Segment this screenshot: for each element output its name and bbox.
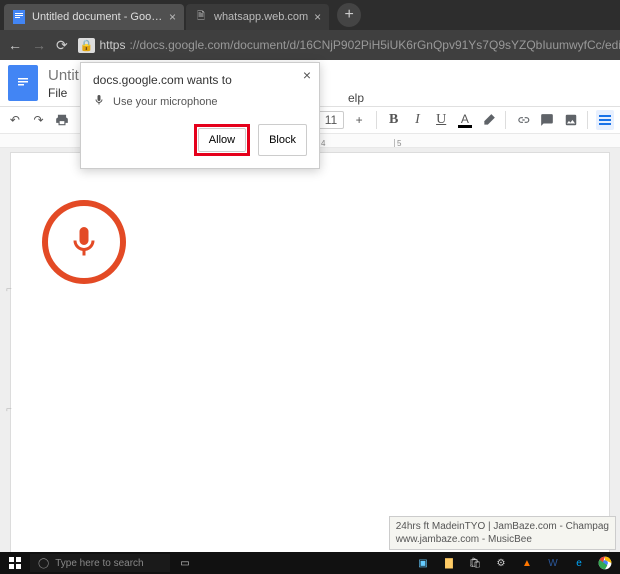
page-favicon: 🗎 [194, 10, 208, 24]
new-tab-button[interactable]: + [337, 3, 361, 27]
redo-button[interactable]: ↷ [30, 110, 48, 130]
font-size-increase[interactable]: + [350, 110, 368, 130]
taskbar-app-mail[interactable]: ▣ [412, 554, 434, 572]
underline-button[interactable]: U [432, 110, 450, 130]
tab-title: Untitled document - Google Do [32, 11, 163, 23]
windows-taskbar: ◯ Type here to search ▭ ▣ ▇ 🛍 ⚙ ▲ W e [0, 552, 620, 574]
tab-close-icon[interactable]: × [314, 10, 321, 24]
back-button[interactable]: ← [8, 37, 22, 53]
tooltip-line2: www.jambaze.com - MusicBee [396, 533, 609, 546]
menu-file[interactable]: File [48, 86, 67, 100]
now-playing-tooltip: 24hrs ft MadeinTYO | JamBaze.com - Champ… [389, 516, 616, 550]
search-placeholder: Type here to search [55, 558, 143, 569]
taskbar-app-explorer[interactable]: ▇ [438, 554, 460, 572]
close-icon[interactable]: × [303, 67, 311, 83]
text-color-button[interactable]: A [456, 110, 474, 130]
microphone-icon [66, 220, 102, 264]
insert-comment-button[interactable] [538, 110, 556, 130]
insert-link-button[interactable] [514, 110, 532, 130]
docs-logo-icon[interactable] [8, 65, 38, 101]
taskbar-app-word[interactable]: W [542, 554, 564, 572]
microphone-icon [93, 93, 105, 110]
bold-button[interactable]: B [385, 110, 403, 130]
forward-button[interactable]: → [32, 37, 46, 53]
taskbar-app-edge[interactable]: e [568, 554, 590, 572]
docs-favicon [12, 10, 26, 24]
permission-dialog: × docs.google.com wants to Use your micr… [80, 62, 320, 169]
allow-button[interactable]: Allow [198, 128, 246, 152]
tooltip-line1: 24hrs ft MadeinTYO | JamBaze.com - Champ… [396, 520, 609, 533]
taskbar-app-settings[interactable]: ⚙ [490, 554, 512, 572]
cortana-icon: ◯ [38, 558, 49, 569]
margin-marker: ⌐ [6, 284, 12, 295]
margin-marker: ⌐ [6, 404, 12, 415]
url-rest: ://docs.google.com/document/d/16CNjP902P… [129, 38, 620, 52]
print-button[interactable] [53, 110, 71, 130]
highlight-button[interactable] [480, 110, 498, 130]
tab-close-icon[interactable]: × [169, 10, 176, 24]
taskbar-app-vlc[interactable]: ▲ [516, 554, 538, 572]
permission-title: docs.google.com wants to [93, 73, 307, 87]
menu-bar: File [48, 86, 79, 100]
browser-tab-docs[interactable]: Untitled document - Google Do × [4, 4, 184, 30]
taskbar-app-store[interactable]: 🛍 [464, 554, 486, 572]
ruler-tick: 5 [394, 139, 470, 147]
url-protocol: https [99, 38, 125, 52]
reload-button[interactable]: ⟳ [56, 37, 68, 54]
url-field[interactable]: 🔒 https ://docs.google.com/document/d/16C… [78, 38, 620, 53]
taskbar-app-chrome[interactable] [594, 554, 616, 572]
allow-highlight: Allow [194, 124, 250, 156]
lock-icon: 🔒 [78, 38, 96, 53]
doc-title[interactable]: Untit [48, 67, 79, 84]
align-button[interactable] [596, 110, 614, 130]
undo-button[interactable]: ↶ [6, 110, 24, 130]
taskbar-search[interactable]: ◯ Type here to search [30, 554, 170, 572]
voice-typing-button[interactable] [42, 200, 126, 284]
browser-tab-whatsapp[interactable]: 🗎 whatsapp.web.com × [186, 4, 329, 30]
tab-title: whatsapp.web.com [214, 11, 308, 23]
task-view-button[interactable]: ▭ [174, 554, 196, 572]
ruler-tick: 4 [318, 139, 394, 147]
menu-help-fragment[interactable]: elp [348, 91, 364, 105]
block-button[interactable]: Block [258, 124, 307, 156]
permission-item: Use your microphone [113, 96, 218, 108]
browser-tab-strip: Untitled document - Google Do × 🗎 whatsa… [0, 0, 620, 30]
start-button[interactable] [4, 554, 26, 572]
address-bar: ← → ⟳ 🔒 https ://docs.google.com/document… [0, 30, 620, 60]
italic-button[interactable]: I [409, 110, 427, 130]
insert-image-button[interactable] [562, 110, 580, 130]
font-size-field[interactable]: 11 [318, 111, 344, 129]
